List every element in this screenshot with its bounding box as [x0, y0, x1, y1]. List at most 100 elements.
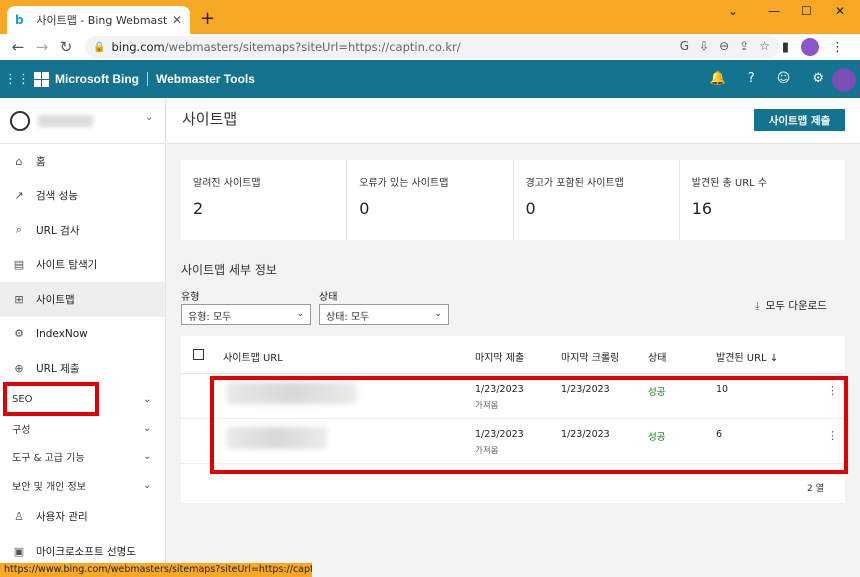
maximize-icon[interactable]: ☐ [801, 4, 812, 18]
sidebar-item-label: 사용자 관리 [36, 511, 88, 524]
column-header-last-submitted[interactable]: 마지막 제출 [475, 349, 524, 364]
settings-gear-icon[interactable]: ⚙ [812, 71, 824, 86]
sidebar-group-label: 도구 & 고급 기능 [12, 453, 85, 465]
chevron-down-icon: ⌄ [143, 394, 152, 406]
search-icon: ⌕ [15, 223, 23, 237]
header-divider [147, 72, 148, 86]
stat-label: 오류가 있는 사이트맵 [359, 178, 449, 189]
help-icon[interactable]: ? [748, 71, 755, 86]
url-domain: bing.com [111, 40, 165, 54]
download-all-button[interactable]: ⤓ 모두 다운로드 [755, 298, 827, 313]
stat-known-sitemaps: 알려진 사이트맵 2 [181, 160, 348, 240]
share-icon[interactable]: ⇪ [739, 39, 749, 53]
forward-icon[interactable]: → [30, 38, 54, 56]
window-close-icon[interactable]: ✕ [835, 4, 845, 18]
product-name[interactable]: Webmaster Tools [156, 72, 255, 86]
type-filter-select[interactable]: 유형: 모두 ⌄ [181, 304, 311, 325]
install-icon[interactable]: ⇩ [699, 39, 709, 53]
feedback-smiley-icon[interactable]: ☺ [777, 71, 791, 86]
chevron-down-icon: ⌄ [296, 309, 304, 319]
sidebar-item-submit-url[interactable]: ⊕ URL 제출 [0, 351, 165, 386]
chevron-down-icon[interactable]: ⌄ [728, 4, 738, 18]
url-text: bing.com/webmasters/sitemaps?siteUrl=htt… [111, 40, 460, 54]
chevron-down-icon[interactable]: ⌄ [145, 112, 153, 123]
close-tab-icon[interactable]: ✕ [172, 13, 182, 27]
column-header-status[interactable]: 상태 [648, 349, 666, 364]
microsoft-logo-icon [34, 71, 49, 87]
type-filter-value: 유형: 모두 [188, 312, 232, 323]
stat-value: 0 [525, 199, 536, 218]
gear-icon: ⚙ [14, 327, 24, 341]
user-avatar[interactable] [832, 68, 856, 92]
zoom-icon[interactable]: ⊖ [719, 39, 729, 53]
sidebar-item-url-inspection[interactable]: ⌕ URL 검사 [0, 213, 165, 248]
sidebar-item-label: 사이트 탐색기 [36, 259, 98, 272]
column-header-label: 발견된 URL [716, 353, 767, 364]
sidebar-item-label: 사이트맵 [36, 293, 75, 306]
globe-icon [10, 110, 30, 131]
select-all-checkbox[interactable] [193, 349, 204, 360]
sidebar-item-search-performance[interactable]: ↗ 검색 성능 [0, 179, 165, 214]
download-all-label: 모두 다운로드 [765, 300, 827, 312]
notification-bell-icon[interactable]: 🔔 [710, 71, 726, 86]
url-path: /webmasters/sitemaps?siteUrl=https://cap… [164, 40, 461, 54]
address-bar[interactable]: 🔒 bing.com/webmasters/sitemaps?siteUrl=h… [85, 36, 780, 58]
bing-favicon-icon: b [15, 13, 24, 27]
sitemap-icon: ⊞ [14, 292, 24, 306]
site-selector[interactable]: ⌄ [0, 98, 165, 144]
sidebar: ⌄ ⌂ 홈 ↗ 검색 성능 ⌕ URL 검사 ▤ 사이트 탐색기 ⊞ 사이트맵 ⚙ Inde… [0, 98, 166, 577]
column-header-discovered-urls[interactable]: 발견된 URL ↓ [716, 349, 778, 364]
sidebar-item-user-management[interactable]: ♙ 사용자 관리 [0, 500, 165, 535]
browser-tab-bar: b 사이트맵 - Bing Webmaster Tools ✕ + ⌄ — ☐ … [0, 0, 860, 34]
sidebar-group-security[interactable]: 보안 및 개인 정보 ⌄ [0, 471, 165, 500]
browser-tab[interactable]: b 사이트맵 - Bing Webmaster Tools ✕ [7, 6, 190, 34]
app-launcher-icon[interactable]: ⋮⋮ [0, 72, 34, 87]
back-icon[interactable]: ← [6, 38, 30, 56]
column-header-url[interactable]: 사이트맵 URL [223, 349, 283, 364]
sidebar-item-indexnow[interactable]: ⚙ IndexNow [0, 317, 165, 352]
column-header-last-crawled[interactable]: 마지막 크롤링 [561, 349, 619, 364]
chevron-down-icon: ⌄ [143, 422, 152, 434]
stat-warning-sitemaps: 경고가 포함된 사이트맵 0 [514, 160, 680, 240]
sidebar-group-label: 보안 및 개인 정보 [12, 481, 86, 493]
sidebar-item-label: 홈 [36, 155, 46, 168]
sidebar-item-home[interactable]: ⌂ 홈 [0, 144, 165, 179]
status-filter-select[interactable]: 상태: 모두 ⌄ [319, 304, 449, 325]
new-tab-button[interactable]: + [200, 8, 215, 29]
sidebar-toggle-icon[interactable]: ▮ [782, 40, 789, 55]
browser-toolbar: ← → ↻ 🔒 bing.com/webmasters/sitemaps?sit… [0, 34, 860, 60]
reload-icon[interactable]: ↻ [54, 38, 78, 56]
page-title: 사이트맵 [182, 110, 238, 128]
blurred-site-name [38, 114, 93, 127]
lock-icon: 🔒 [93, 41, 106, 53]
sidebar-item-label: 검색 성능 [36, 190, 78, 203]
section-title: 사이트맵 세부 정보 [181, 263, 277, 277]
sidebar-item-label: URL 검사 [36, 224, 80, 237]
sidebar-group-config[interactable]: 구성 ⌄ [0, 414, 165, 443]
download-icon: ⤓ [755, 300, 760, 312]
google-icon[interactable]: G [680, 39, 689, 53]
status-filter-label: 상태 [319, 292, 338, 303]
stats-panel: 알려진 사이트맵 2 오류가 있는 사이트맵 0 경고가 포함된 사이트맵 0 … [181, 160, 845, 240]
stat-label: 알려진 사이트맵 [193, 178, 261, 189]
menu-dots-icon[interactable]: ⋮ [831, 40, 844, 55]
highlight-box-table [210, 376, 848, 474]
sidebar-group-tools[interactable]: 도구 & 고급 기능 ⌄ [0, 443, 165, 472]
page-header: 사이트맵 사이트맵 제출 [167, 98, 860, 144]
stat-value: 16 [691, 199, 713, 218]
sidebar-item-site-explorer[interactable]: ▤ 사이트 탐색기 [0, 248, 165, 283]
chevron-down-icon: ⌄ [143, 451, 152, 463]
trend-icon: ↗ [14, 189, 24, 203]
stat-label: 발견된 총 URL 수 [691, 178, 768, 189]
bookmark-star-icon[interactable]: ☆ [759, 39, 770, 53]
profile-avatar[interactable] [801, 38, 819, 56]
chevron-down-icon: ⌄ [143, 479, 152, 491]
brand-name[interactable]: Microsoft Bing [55, 72, 139, 86]
minimize-icon[interactable]: — [768, 4, 780, 18]
clarity-icon: ▣ [13, 544, 25, 558]
submit-sitemap-button[interactable]: 사이트맵 제출 [754, 109, 845, 131]
stat-value: 2 [193, 199, 204, 218]
status-bar-url: https://www.bing.com/webmasters/sitemaps… [0, 563, 312, 577]
type-filter-label: 유형 [181, 292, 200, 303]
sidebar-item-sitemaps[interactable]: ⊞ 사이트맵 [0, 282, 165, 317]
